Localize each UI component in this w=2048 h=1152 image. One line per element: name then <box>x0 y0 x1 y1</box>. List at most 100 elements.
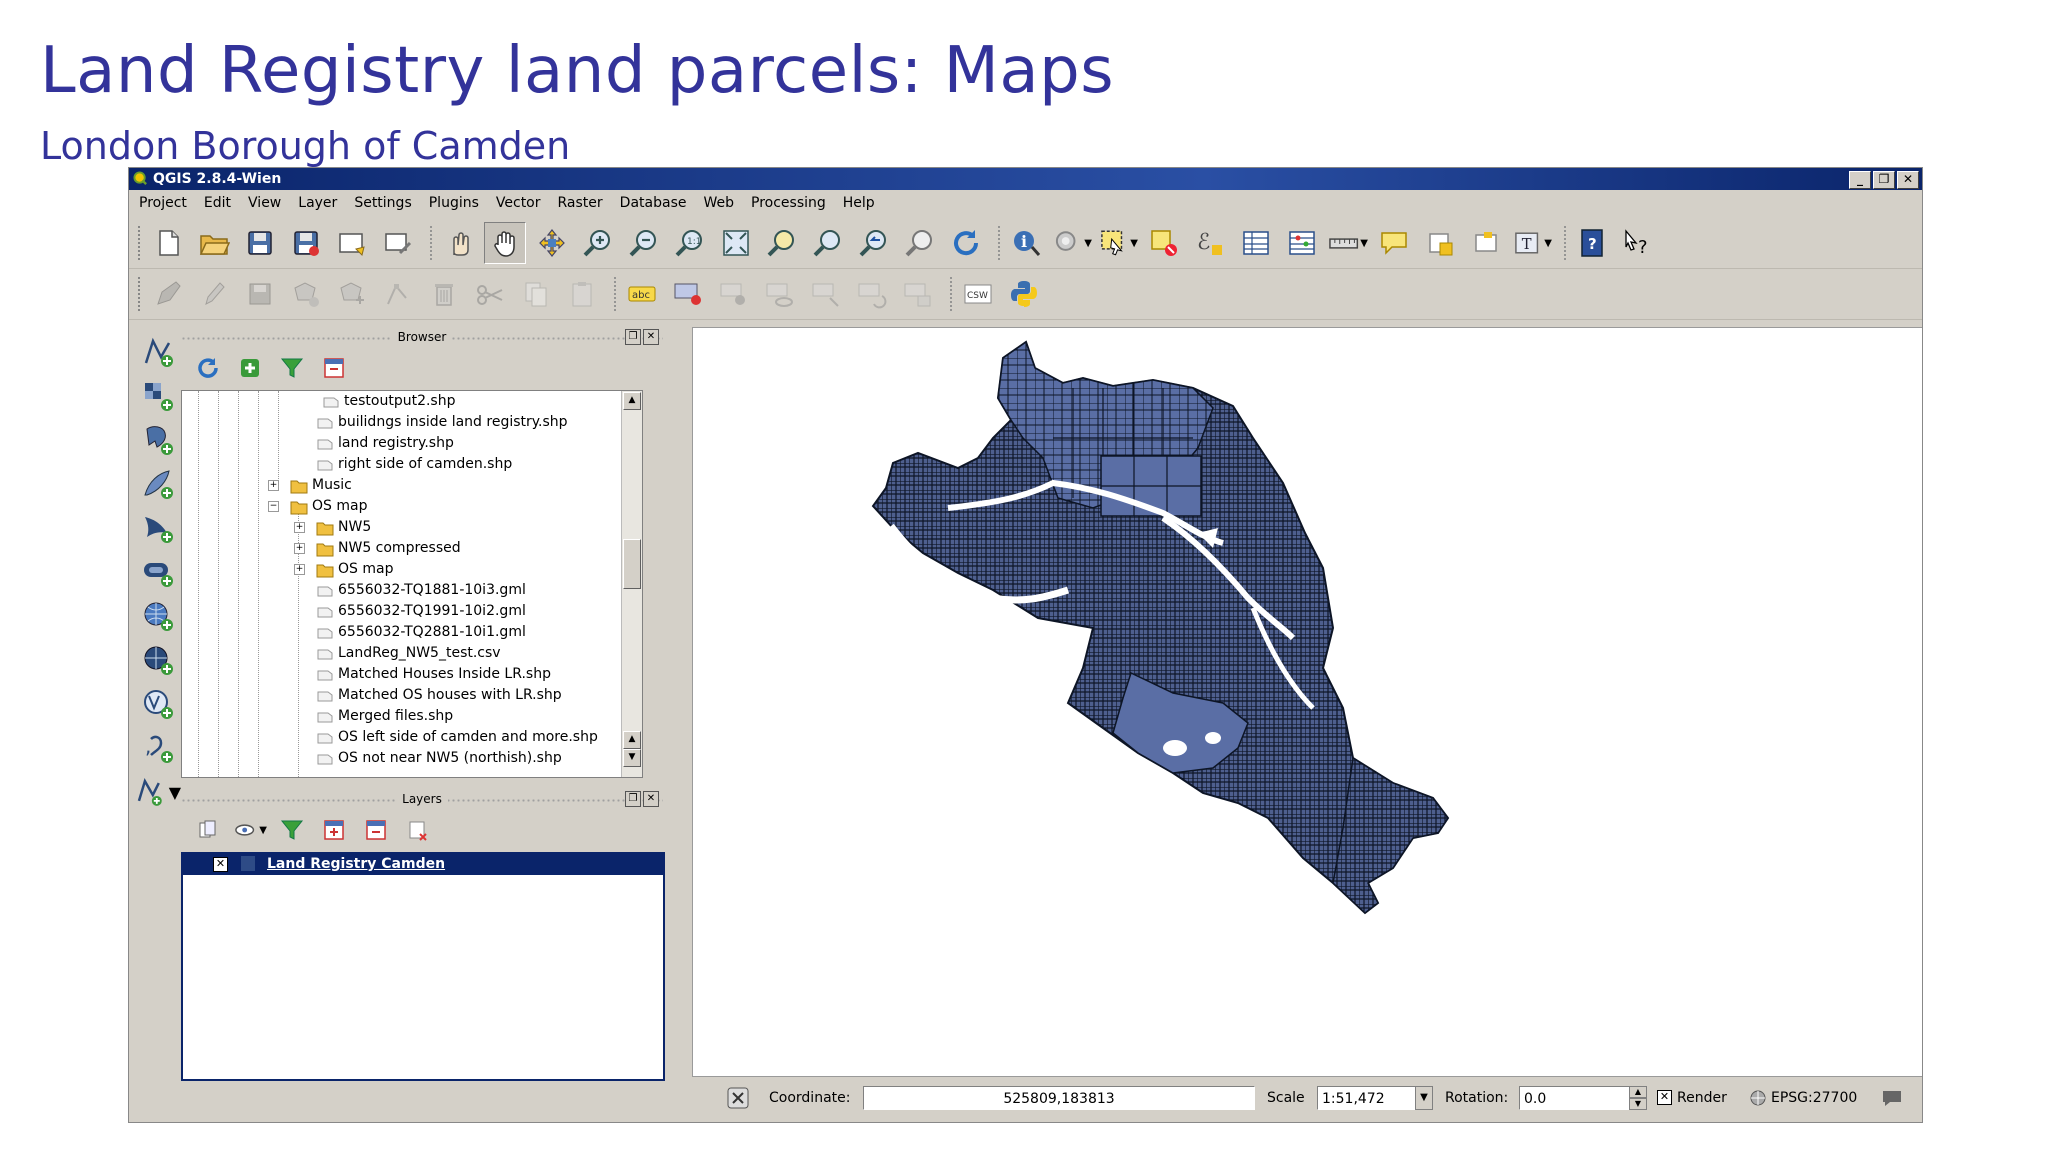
toolbar-grip[interactable] <box>137 276 142 312</box>
layers-tree[interactable]: ✕ Land Registry Camden <box>181 852 665 1081</box>
browser-add-layer-button[interactable] <box>233 351 267 385</box>
copy-features-button[interactable] <box>516 274 556 314</box>
browser-tree[interactable]: testoutput2.shp builidngs inside land re… <box>181 390 643 778</box>
layers-close-button[interactable]: ✕ <box>643 791 659 807</box>
help-contents-button[interactable]: ? <box>1572 223 1612 263</box>
menu-raster[interactable]: Raster <box>558 195 603 211</box>
close-button[interactable]: ✕ <box>1897 171 1919 189</box>
paste-features-button[interactable] <box>562 274 602 314</box>
menu-view[interactable]: View <box>248 195 281 211</box>
minimize-button[interactable]: _ <box>1849 171 1871 189</box>
browser-float-button[interactable]: ❐ <box>625 329 641 345</box>
browser-close-button[interactable]: ✕ <box>643 329 659 345</box>
refresh-button[interactable] <box>946 223 986 263</box>
layers-style-button[interactable] <box>191 813 225 847</box>
select-features-button[interactable]: ▼ <box>1098 223 1138 263</box>
chevron-down-icon[interactable]: ▼ <box>1415 1086 1433 1110</box>
python-console-button[interactable] <box>1004 274 1044 314</box>
save-project-button[interactable] <box>240 223 280 263</box>
whats-this-button[interactable]: ? <box>1618 223 1658 263</box>
zoom-full-button[interactable] <box>716 223 756 263</box>
field-calculator-button[interactable]: ℰ <box>1190 223 1230 263</box>
collapse-toggle[interactable]: − <box>268 501 279 512</box>
expand-toggle[interactable]: + <box>268 480 279 491</box>
menu-project[interactable]: Project <box>139 195 187 211</box>
touch-zoom-button[interactable] <box>438 223 478 263</box>
scroll-up-arrow-icon[interactable]: ▲ <box>623 392 641 410</box>
add-raster-layer-button[interactable] <box>135 376 181 416</box>
messages-toggle-button[interactable] <box>726 1086 750 1114</box>
crs-status-icon[interactable] <box>1749 1089 1767 1111</box>
toolbar-grip[interactable] <box>137 225 142 261</box>
layer-labeling-button[interactable]: abc <box>622 274 662 314</box>
toggle-editing-button[interactable] <box>194 274 234 314</box>
expand-toggle[interactable]: + <box>294 543 305 554</box>
zoom-out-button[interactable] <box>624 223 664 263</box>
zoom-native-button[interactable]: 1:1 <box>670 223 710 263</box>
crs-label[interactable]: EPSG:27700 <box>1771 1090 1857 1106</box>
node-tool-button[interactable] <box>378 274 418 314</box>
layers-visibility-button[interactable]: ▼ <box>233 813 267 847</box>
browser-collapse-all-button[interactable] <box>317 351 351 385</box>
render-checkbox[interactable]: ✕ <box>1657 1090 1672 1105</box>
tree-item-file[interactable]: builidngs inside land registry.shp <box>316 412 568 433</box>
layer-visibility-checkbox[interactable]: ✕ <box>213 857 228 872</box>
move-label-button[interactable] <box>806 274 846 314</box>
tree-item-file[interactable]: land registry.shp <box>316 433 454 454</box>
tree-item-file[interactable]: testoutput2.shp <box>322 391 455 412</box>
rotation-field[interactable]: 0.0 <box>1519 1086 1631 1110</box>
add-wms-layer-button[interactable] <box>135 596 181 636</box>
zoom-to-layer-button[interactable] <box>808 223 848 263</box>
layers-float-button[interactable]: ❐ <box>625 791 641 807</box>
expand-toggle[interactable]: + <box>294 564 305 575</box>
menu-web[interactable]: Web <box>703 195 734 211</box>
menu-vector[interactable]: Vector <box>496 195 541 211</box>
menu-help[interactable]: Help <box>843 195 875 211</box>
add-vector-layer-button[interactable] <box>135 332 181 372</box>
tree-item-file[interactable]: 6556032-TQ1991-10i2.gml <box>316 601 526 622</box>
zoom-in-button[interactable] <box>578 223 618 263</box>
pin-labels-button[interactable] <box>668 274 708 314</box>
browser-filter-button[interactable] <box>275 351 309 385</box>
deselect-button[interactable] <box>1144 223 1184 263</box>
add-feature-button[interactable] <box>286 274 326 314</box>
layers-collapse-all-button[interactable] <box>359 813 393 847</box>
menu-settings[interactable]: Settings <box>354 195 411 211</box>
add-wcs-layer-button[interactable] <box>135 640 181 680</box>
tree-item-folder[interactable]: OS map <box>290 496 367 517</box>
tree-item-folder[interactable]: NW5 <box>316 517 371 538</box>
rotation-up-icon[interactable]: ▲ <box>1629 1086 1647 1098</box>
save-edits-button[interactable] <box>240 274 280 314</box>
new-bookmark-button[interactable] <box>1420 223 1460 263</box>
add-wfs-layer-button[interactable] <box>135 684 181 724</box>
rotate-label-button[interactable] <box>852 274 892 314</box>
menu-plugins[interactable]: Plugins <box>429 195 479 211</box>
tree-item-folder[interactable]: Music <box>290 475 352 496</box>
add-delimited-text-layer-button[interactable]: , <box>135 728 181 768</box>
new-project-button[interactable] <box>148 223 188 263</box>
map-tips-button[interactable] <box>1374 223 1414 263</box>
tree-item-file[interactable]: right side of camden.shp <box>316 454 512 475</box>
current-edits-button[interactable] <box>148 274 188 314</box>
window-titlebar[interactable]: QGIS 2.8.4-Wien _ ❐ ✕ <box>129 168 1922 190</box>
attribute-table-button[interactable] <box>1236 223 1276 263</box>
statistical-summary-button[interactable] <box>1282 223 1322 263</box>
scale-combo[interactable]: 1:51,472 <box>1317 1086 1417 1110</box>
tree-item-file[interactable]: OS not near NW5 (northish).shp <box>316 748 562 769</box>
new-shapefile-layer-button[interactable]: ▼ <box>135 772 181 812</box>
menu-processing[interactable]: Processing <box>751 195 826 211</box>
rotation-down-icon[interactable]: ▼ <box>1629 1098 1647 1110</box>
layer-item-land-registry-camden[interactable]: ✕ Land Registry Camden <box>183 854 663 875</box>
menu-edit[interactable]: Edit <box>204 195 231 211</box>
add-mssql-layer-button[interactable] <box>135 508 181 548</box>
text-annotation-button[interactable]: T ▼ <box>1512 223 1552 263</box>
highlight-pinned-labels-button[interactable] <box>714 274 754 314</box>
delete-selected-button[interactable] <box>424 274 464 314</box>
change-label-button[interactable] <box>898 274 938 314</box>
show-bookmarks-button[interactable] <box>1466 223 1506 263</box>
composer-manager-button[interactable] <box>378 223 418 263</box>
scroll-up-arrow-icon[interactable]: ▲ <box>623 731 641 749</box>
metasearch-button[interactable]: CSW <box>958 274 998 314</box>
scroll-down-arrow-icon[interactable]: ▼ <box>623 749 641 767</box>
scroll-thumb[interactable] <box>623 539 641 589</box>
